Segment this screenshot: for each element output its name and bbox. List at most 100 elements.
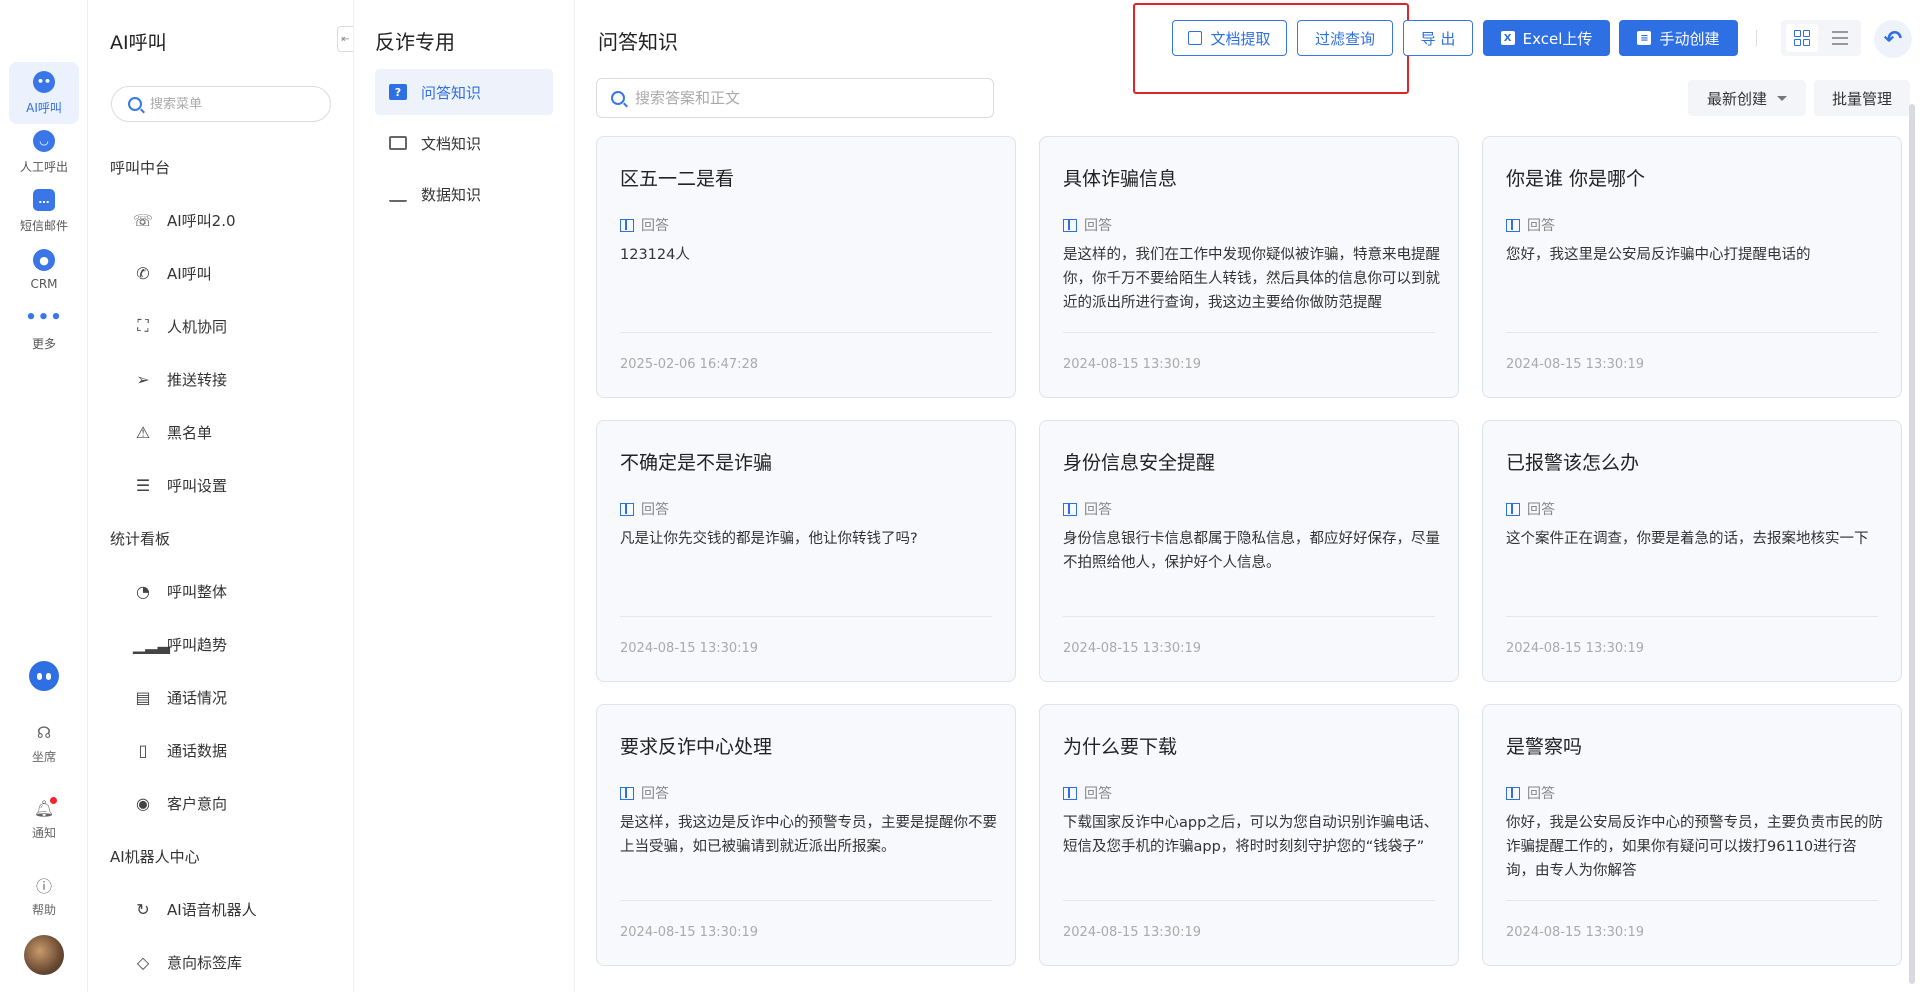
rail-item-agent[interactable]: ☊ 坐席 bbox=[9, 715, 79, 771]
collapse-menu-button[interactable]: ⇤ bbox=[337, 26, 353, 52]
qa-card[interactable]: 具体诈骗信息 回答 是这样的，我们在工作中发现你疑似被诈骗，特意来电提醒你，你千… bbox=[1039, 136, 1459, 398]
phone-icon: ✆ bbox=[136, 263, 150, 283]
icon-rail: •• AI呼叫 ◡ 人工呼出 … 短信邮件 ● CRM ••• 更多 ☊ 坐席 … bbox=[0, 0, 88, 992]
subnav-item-data-knowledge[interactable]: ▦ 数据知识 bbox=[375, 171, 553, 217]
doc-extract-button[interactable]: 文档提取 bbox=[1172, 20, 1287, 56]
back-button[interactable]: ↶ bbox=[1874, 20, 1912, 58]
menu-search-input[interactable] bbox=[150, 96, 310, 112]
sliders-icon: ☰ bbox=[135, 475, 151, 495]
book-icon bbox=[1506, 502, 1520, 516]
sort-label: 最新创建 bbox=[1706, 89, 1767, 108]
menu-item-call-settings[interactable]: ☰ 呼叫设置 bbox=[133, 470, 333, 500]
menu-item-blacklist[interactable]: ⚠ 黑名单 bbox=[133, 417, 333, 447]
subnav-item-doc-knowledge[interactable]: 文档知识 bbox=[375, 120, 553, 166]
batch-manage-button[interactable]: 批量管理 bbox=[1814, 80, 1910, 116]
card-title: 是警察吗 bbox=[1506, 736, 1583, 758]
answer-label: 回答 bbox=[1063, 783, 1112, 803]
card-date: 2024-08-15 13:30:19 bbox=[1063, 925, 1202, 940]
menu-item-ai-call[interactable]: ✆ AI呼叫 bbox=[133, 258, 333, 288]
rail-item-message[interactable]: … 短信邮件 bbox=[9, 180, 79, 242]
menu-item-call-trend[interactable]: ▁▂▃ 呼叫趋势 bbox=[133, 629, 333, 659]
card-date: 2024-08-15 13:30:19 bbox=[1506, 925, 1645, 940]
button-label: 文档提取 bbox=[1210, 29, 1271, 48]
answer-label-text: 回答 bbox=[1527, 786, 1555, 802]
subnav-item-label: 问答知识 bbox=[421, 83, 482, 102]
database-icon: ▦ bbox=[389, 186, 407, 202]
excel-upload-button[interactable]: X Excel上传 bbox=[1483, 20, 1610, 56]
button-label: 导 出 bbox=[1420, 29, 1456, 48]
answer-label: 回答 bbox=[620, 215, 669, 235]
rail-item-label: 通知 bbox=[31, 826, 56, 840]
avatar[interactable] bbox=[24, 935, 64, 975]
grid-icon bbox=[1794, 30, 1810, 46]
qa-card[interactable]: 为什么要下载 回答 下载国家反诈中心app之后，可以为您自动识别诈骗电话、短信及… bbox=[1039, 704, 1459, 966]
subnav-item-label: 文档知识 bbox=[421, 134, 482, 153]
back-arrow-icon: ↶ bbox=[1883, 26, 1903, 52]
rail-item-label: 帮助 bbox=[31, 903, 56, 917]
sort-dropdown[interactable]: 最新创建 bbox=[1688, 80, 1806, 116]
menu-item-call-status[interactable]: ▤ 通话情况 bbox=[133, 682, 333, 712]
card-answer: 是这样的，我们在工作中发现你疑似被诈骗，特意来电提醒你，你千万不要给陌生人转钱，… bbox=[1063, 247, 1440, 311]
question-icon: ? bbox=[389, 84, 407, 100]
help-icon: ⓘ bbox=[35, 877, 52, 896]
subnav-item-qa-knowledge[interactable]: ? 问答知识 bbox=[375, 69, 553, 115]
menu-item-customer-intent[interactable]: ◉ 客户意向 bbox=[133, 788, 333, 818]
card-answer: 123124人 bbox=[620, 247, 690, 263]
menu-item-voice-bot[interactable]: ↻ AI语音机器人 bbox=[133, 894, 333, 924]
create-document-icon: ≡ bbox=[1637, 31, 1652, 45]
menu-item-call-data[interactable]: ▯ 通话数据 bbox=[133, 735, 333, 765]
rail-item-help[interactable]: ⓘ 帮助 bbox=[9, 868, 79, 924]
scrollbar[interactable] bbox=[1909, 104, 1915, 984]
rail-item-crm[interactable]: ● CRM bbox=[9, 239, 79, 301]
answer-label-text: 回答 bbox=[1084, 502, 1112, 518]
qa-card[interactable]: 不确定是不是诈骗 回答 凡是让你先交钱的都是诈骗，他让你转钱了吗? 2024-0… bbox=[596, 420, 1016, 682]
qa-card[interactable]: 身份信息安全提醒 回答 身份信息银行卡信息都属于隐私信息，都应好好保存，尽量不拍… bbox=[1039, 420, 1459, 682]
menu-item-ai-call-2[interactable]: ☏ AI呼叫2.0 bbox=[133, 205, 333, 235]
card-answer: 是这样，我这边是反诈中心的预警专员，主要是提醒你不要上当受骗，如已被骗请到就近派… bbox=[620, 815, 997, 855]
manual-call-icon: ◡ bbox=[33, 129, 55, 152]
qa-card[interactable]: 已报警该怎么办 回答 这个案件正在调查，你要是着急的话，去报案地核实一下 202… bbox=[1482, 420, 1902, 682]
rail-item-ai-call[interactable]: •• AI呼叫 bbox=[9, 62, 79, 124]
page-title: 问答知识 bbox=[598, 30, 678, 54]
qa-card[interactable]: 你是谁 你是哪个 回答 您好，我这里是公安局反诈骗中心打提醒电话的 2024-0… bbox=[1482, 136, 1902, 398]
filter-query-button[interactable]: 过滤查询 bbox=[1297, 20, 1393, 56]
export-button[interactable]: 导 出 bbox=[1403, 20, 1473, 56]
button-label: 批量管理 bbox=[1831, 89, 1892, 108]
excel-icon: X bbox=[1500, 31, 1515, 45]
menu-item-intent-tags[interactable]: ◇ 意向标签库 bbox=[133, 947, 333, 977]
menu-group-robot-center: AI机器人中心 bbox=[110, 848, 200, 866]
qa-card[interactable]: 区五一二是看 回答 123124人 2025-02-06 16:47:28 bbox=[596, 136, 1016, 398]
card-title: 具体诈骗信息 bbox=[1063, 168, 1178, 190]
rail-item-label: AI呼叫 bbox=[26, 100, 62, 115]
intent-icon: ◉ bbox=[136, 793, 150, 813]
rail-item-manual-call[interactable]: ◡ 人工呼出 bbox=[9, 121, 79, 183]
qa-search-input[interactable] bbox=[635, 89, 975, 107]
qa-card[interactable]: 是警察吗 回答 你好，我是公安局反诈中心的预警专员，主要负责市民的防诈骗提醒工作… bbox=[1482, 704, 1902, 966]
menu-search bbox=[111, 86, 331, 122]
card-date: 2024-08-15 13:30:19 bbox=[1506, 357, 1645, 372]
rail-item-more[interactable]: ••• 更多 bbox=[9, 298, 79, 360]
answer-label-text: 回答 bbox=[641, 786, 669, 802]
bar-chart-icon: ▁▂▃ bbox=[133, 634, 170, 654]
book-icon bbox=[1063, 502, 1077, 516]
rail-item-notify[interactable]: 🔔︎ 通知 bbox=[9, 791, 79, 847]
answer-label-text: 回答 bbox=[1084, 786, 1112, 802]
menu-item-human-machine[interactable]: ⛶ 人机协同 bbox=[133, 311, 333, 341]
list-icon bbox=[1832, 31, 1848, 45]
grid-view-button[interactable] bbox=[1786, 24, 1818, 52]
card-divider bbox=[1063, 332, 1435, 333]
card-title: 不确定是不是诈骗 bbox=[620, 452, 773, 474]
card-date: 2025-02-06 16:47:28 bbox=[620, 357, 759, 372]
crm-icon: ● bbox=[33, 249, 55, 271]
answer-label-text: 回答 bbox=[1527, 218, 1555, 234]
menu-panel: AI呼叫 ⇤ 呼叫中台 ☏ AI呼叫2.0 ✆ AI呼叫 ⛶ 人机协同 ➢ 推送转接 ⚠… bbox=[89, 0, 354, 992]
answer-label-text: 回答 bbox=[1527, 502, 1555, 518]
menu-item-call-overall[interactable]: ◔ 呼叫整体 bbox=[133, 576, 333, 606]
menu-item-push-transfer[interactable]: ➢ 推送转接 bbox=[133, 364, 333, 394]
qa-card[interactable]: 要求反诈中心处理 回答 是这样，我这边是反诈中心的预警专员，主要是提醒你不要上当… bbox=[596, 704, 1016, 966]
list-view-button[interactable] bbox=[1824, 24, 1856, 52]
manual-create-button[interactable]: ≡ 手动创建 bbox=[1619, 20, 1738, 56]
answer-label-text: 回答 bbox=[641, 502, 669, 518]
card-date: 2024-08-15 13:30:19 bbox=[1506, 641, 1645, 656]
robot-assistant-icon[interactable] bbox=[29, 661, 59, 691]
